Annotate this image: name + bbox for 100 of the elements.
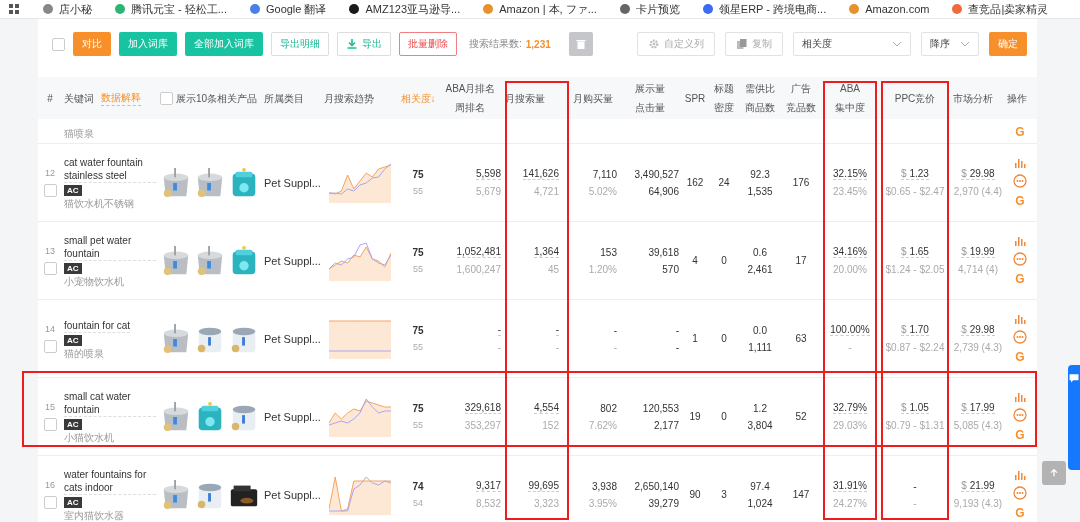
sort-dropdown[interactable]: 相关度 (793, 32, 911, 56)
scroll-top-button[interactable] (1042, 461, 1066, 485)
ppc-bid: $ 1.65 (901, 246, 929, 258)
g-link[interactable]: G (1015, 271, 1025, 286)
button[interactable]: 加入词库 (119, 32, 177, 56)
bar-chart-icon (1014, 313, 1026, 324)
bookmark-link[interactable]: 领星ERP - 跨境电商... (718, 1, 827, 17)
ppc-bid: $ 1.05 (901, 402, 929, 414)
tag-badge: AC (64, 419, 82, 430)
g-link[interactable]: G (1015, 427, 1025, 442)
cell-value: 153 (600, 246, 617, 258)
button[interactable]: 批量删除 (399, 32, 457, 56)
bookmark-link[interactable]: 店小秘 (59, 1, 92, 17)
settings-icon (648, 38, 660, 50)
cell-value: 0.0 (753, 324, 767, 336)
category-text: Pet Suppl... (264, 254, 321, 267)
category-text: Pet Suppl... (264, 410, 321, 423)
cell-value: 92.3 (750, 168, 770, 180)
keyword-link[interactable]: small cat water fountain (64, 390, 156, 417)
trend-sparkline (329, 474, 391, 515)
tag-badge: AC (64, 334, 82, 346)
bookmark-link[interactable]: AMZ123亚马逊导... (365, 1, 461, 17)
keyword-translation: 小猫饮水机 (64, 432, 114, 443)
bookmark-link[interactable]: 腾讯元宝 - 轻松工... (131, 1, 227, 17)
checkbox[interactable] (43, 340, 57, 353)
category-text: Pet Suppl... (264, 488, 321, 501)
ppc-range: $0.79 - $1.31 (885, 420, 945, 431)
delete-button[interactable] (568, 32, 593, 56)
cell-value: 75 (412, 325, 424, 336)
cell-value: 74 (412, 481, 424, 492)
column-header: PPC竞价 (894, 91, 936, 106)
reviews-value: 5,085 (4.3) (953, 420, 1003, 431)
row-number: 15 (45, 402, 55, 412)
download-icon (346, 38, 358, 50)
cell-value: - (613, 324, 617, 336)
cell-value: 1,364 (533, 246, 559, 258)
tag-badge: AC (64, 263, 82, 274)
cell-value: 1.20% (588, 263, 617, 275)
checkbox[interactable] (160, 91, 173, 105)
button[interactable]: 导出明细 (271, 32, 329, 56)
button[interactable]: 对比 (73, 32, 111, 56)
more-icon (1013, 173, 1027, 188)
trend-sparkline (329, 162, 391, 203)
button[interactable]: 复制 (725, 32, 783, 56)
g-link[interactable]: G (1015, 349, 1025, 364)
data-help-link[interactable]: 数据解释 (101, 90, 141, 106)
trend-sparkline (329, 240, 391, 281)
column-header[interactable]: 相关度↓ (400, 88, 436, 108)
g-link[interactable]: G (1015, 193, 1025, 208)
ppc-range: $0.87 - $2.24 (885, 342, 945, 353)
button[interactable]: 自定义列 (637, 32, 715, 56)
site-icon (348, 3, 361, 15)
button[interactable]: 全部加入词库 (185, 32, 263, 56)
cell-value: 1,600,247 (456, 264, 501, 275)
row-number: 14 (45, 324, 55, 334)
checkbox[interactable] (43, 184, 57, 197)
price-value: $ 17.99 (961, 402, 995, 414)
column-header: 市场分析 (953, 91, 993, 106)
keyword-link[interactable]: small pet water fountain (64, 234, 156, 261)
more-icon (1013, 485, 1027, 500)
g-link[interactable]: G (1015, 125, 1025, 139)
cell-value: 2,461 (747, 263, 773, 275)
cell-value: 4,554 (533, 402, 559, 414)
checkbox[interactable] (43, 418, 57, 431)
bookmark-link[interactable]: Amazon | 本, ファ... (499, 1, 597, 17)
cell-value: 1,535 (747, 185, 773, 197)
g-link[interactable]: G (1015, 505, 1025, 520)
row-number: 13 (45, 246, 55, 256)
cell-value: 2,177 (653, 419, 679, 431)
trash-icon (574, 38, 587, 50)
sort-dropdown[interactable]: 降序 (921, 32, 979, 56)
result-label: 搜索结果数: (469, 37, 522, 51)
site-icon (618, 3, 631, 15)
bookmark-link[interactable]: Amazon.com (865, 3, 930, 15)
cell-value: 7.62% (588, 419, 617, 431)
checkbox[interactable] (43, 496, 57, 509)
keyword-link[interactable]: fountain for cat (64, 318, 131, 333)
button[interactable]: 导出 (337, 32, 391, 56)
cell-value: 329,618 (464, 402, 501, 414)
checkbox[interactable] (43, 262, 57, 275)
keyword-link[interactable]: water fountains for cats indoor (64, 468, 156, 495)
chat-tab[interactable] (1068, 365, 1080, 470)
trend-sparkline (329, 396, 391, 437)
keyword-translation: 小宠物饮水机 (64, 276, 124, 287)
ppc-bid: - (913, 480, 917, 492)
bookmark-link[interactable]: Google 翻译 (265, 1, 327, 17)
site-icon (114, 3, 126, 15)
reviews-value: 2,739 (4.3) (953, 342, 1003, 353)
checkbox[interactable] (52, 37, 65, 51)
keyword-link[interactable]: cat water fountain stainless steel (64, 156, 156, 183)
cell-value: 176 (792, 177, 810, 188)
bookmark-link[interactable]: 卡片预览 (635, 1, 680, 17)
cell-value: 3,323 (533, 498, 559, 509)
trend-sparkline (329, 318, 391, 359)
cell-value: 75 (412, 403, 424, 414)
cell-value: 34.16% (833, 246, 867, 258)
bookmark-link[interactable]: 查竞品|卖家精灵 (968, 1, 1049, 17)
cell-value: 8,532 (475, 498, 501, 509)
button[interactable]: 确定 (989, 32, 1027, 56)
cell-value: 52 (795, 411, 807, 422)
